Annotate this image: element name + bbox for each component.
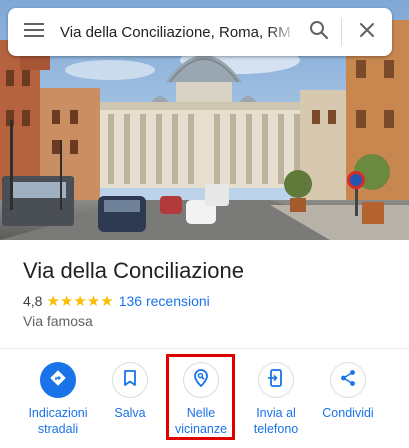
send-to-phone-icon bbox=[268, 368, 284, 392]
save-label-text: Salva bbox=[114, 406, 146, 420]
send-to-phone-label: Invia al telefono bbox=[239, 405, 313, 437]
rating-row: 4,8 ★★★★★ 136 recensioni bbox=[23, 292, 210, 310]
directions-icon bbox=[49, 369, 67, 392]
hamburger-menu-icon bbox=[24, 22, 44, 42]
send-to-phone-circle bbox=[258, 362, 294, 398]
reviews-link[interactable]: 136 recensioni bbox=[119, 293, 210, 309]
place-category: Via famosa bbox=[23, 313, 93, 329]
share-label: Condividi bbox=[311, 405, 385, 421]
share-icon bbox=[340, 369, 356, 392]
directions-button[interactable]: Indicazioni stradali bbox=[21, 362, 95, 437]
close-icon bbox=[359, 22, 375, 43]
save-circle bbox=[112, 362, 148, 398]
star-rating-icon: ★★★★★ bbox=[46, 293, 114, 310]
share-label-text: Condividi bbox=[322, 406, 374, 420]
nearby-highlight-box bbox=[166, 354, 235, 440]
directions-circle bbox=[40, 362, 76, 398]
search-icon bbox=[309, 20, 329, 45]
search-bar bbox=[8, 8, 392, 56]
save-label: Salva bbox=[93, 405, 167, 421]
close-button[interactable] bbox=[342, 8, 392, 56]
send-to-phone-button[interactable]: Invia al telefono bbox=[239, 362, 313, 437]
rating-value: 4,8 bbox=[23, 293, 43, 309]
share-button[interactable]: Condividi bbox=[311, 362, 385, 421]
search-input[interactable] bbox=[60, 8, 297, 56]
share-circle bbox=[330, 362, 366, 398]
search-button[interactable] bbox=[297, 8, 341, 56]
directions-label: Indicazioni stradali bbox=[21, 405, 95, 437]
send-to-phone-label-text: Invia al telefono bbox=[253, 406, 299, 436]
directions-label-text: Indicazioni stradali bbox=[28, 406, 88, 436]
place-title: Via della Conciliazione bbox=[23, 258, 244, 283]
menu-button[interactable] bbox=[8, 8, 60, 56]
bookmark-icon bbox=[123, 369, 137, 391]
section-divider bbox=[0, 348, 409, 349]
save-button[interactable]: Salva bbox=[93, 362, 167, 421]
